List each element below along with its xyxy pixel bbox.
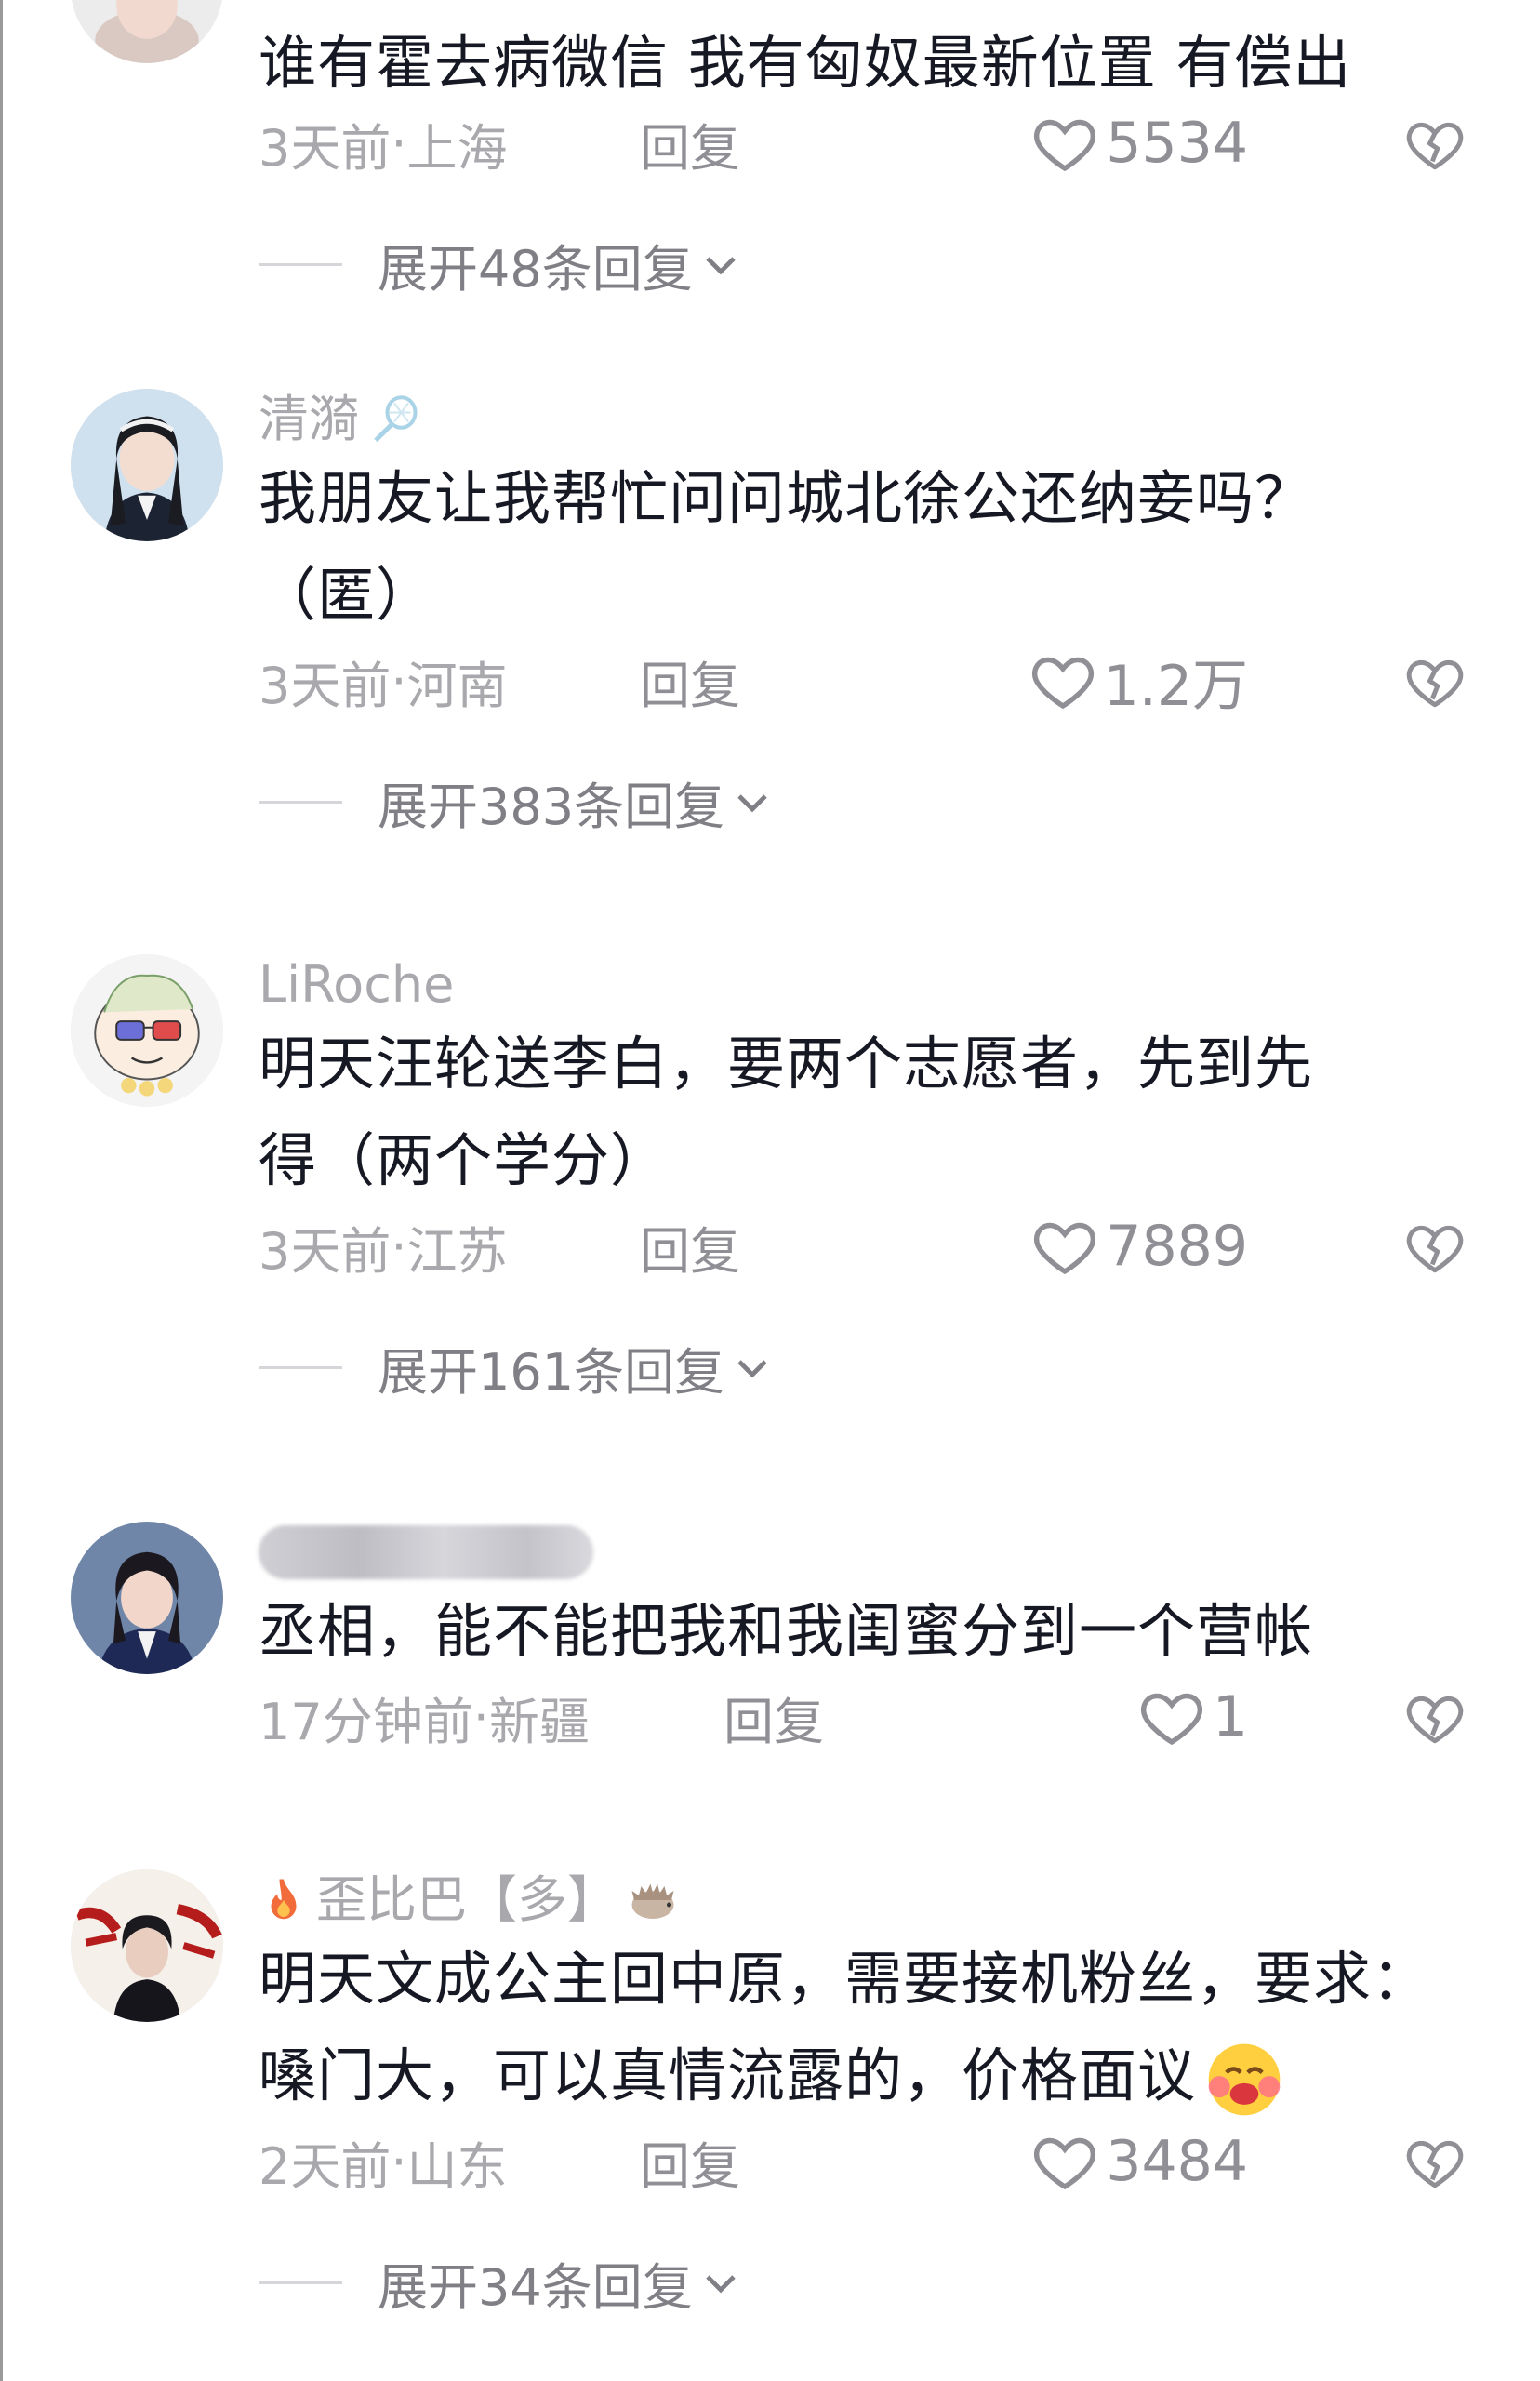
- meta-separator: ·: [391, 2132, 407, 2191]
- broken-heart-icon[interactable]: [1404, 113, 1466, 175]
- comment-time: 17分钟前: [259, 1692, 473, 1751]
- comment-location: 河南: [406, 656, 508, 715]
- avatar-image: [71, 954, 223, 1107]
- comment-meta: 2天前 · 山东 回复 3484: [259, 2124, 1466, 2199]
- comment-meta: 3天前 · 江苏 回复 7889: [259, 1209, 1466, 1284]
- reply-button[interactable]: 回复: [640, 1210, 740, 1284]
- expand-replies-button[interactable]: 展开383条回复: [259, 765, 1466, 839]
- comment-location: 江苏: [406, 1221, 508, 1281]
- meta-separator: ·: [472, 1687, 489, 1747]
- expand-rule: [259, 262, 342, 266]
- comment-time: 3天前: [259, 656, 392, 715]
- badminton-racket-icon: [374, 395, 418, 443]
- chevron-down-icon: [737, 1360, 767, 1378]
- expand-replies-button[interactable]: 展开34条回复: [259, 2245, 1466, 2320]
- comment-meta: 3天前 · 上海 回复 5534: [259, 106, 1466, 180]
- left-divider: [0, 0, 3, 2381]
- expand-replies-button[interactable]: 展开48条回复: [259, 227, 1466, 301]
- avatar[interactable]: [71, 1522, 223, 1674]
- expand-label: 展开48条回复: [378, 239, 693, 299]
- like-button[interactable]: 1: [1138, 1680, 1248, 1754]
- chevron-down-icon: [706, 257, 736, 275]
- broken-heart-icon[interactable]: [1404, 1217, 1466, 1278]
- like-button[interactable]: 3484: [1031, 2124, 1248, 2199]
- comment-list: 谁有霍去病微信 我有匈奴最新位置 有偿出 3天前 · 上海 回复 5534 展开…: [0, 0, 1540, 2381]
- comment-text: 明天汪轮送李白，要两个志愿者，先到先 得（两个学分）: [259, 1030, 1314, 1194]
- like-button[interactable]: 5534: [1031, 106, 1248, 180]
- expand-label: 展开383条回复: [378, 777, 725, 836]
- expand-label: 展开34条回复: [378, 2257, 693, 2317]
- heart-icon: [1034, 1222, 1096, 1275]
- avatar[interactable]: [71, 0, 223, 63]
- like-button[interactable]: 1.2万: [1029, 644, 1248, 719]
- reply-button[interactable]: 回复: [640, 107, 740, 180]
- avatar-image: [71, 1522, 223, 1674]
- comment-time: 3天前: [259, 1221, 392, 1281]
- meta-separator: ·: [391, 1217, 407, 1276]
- heart-icon: [1034, 2137, 1096, 2190]
- expand-rule: [259, 2281, 342, 2284]
- comment-meta: 3天前 · 河南 回复 1.2万: [259, 644, 1466, 719]
- expand-rule: [259, 1365, 342, 1369]
- username[interactable]: 清漪: [259, 389, 1466, 450]
- comment-location: 新疆: [488, 1692, 590, 1751]
- hedgehog-icon: [631, 1883, 674, 1919]
- broken-heart-icon[interactable]: [1404, 651, 1466, 712]
- reply-button[interactable]: 回复: [640, 2125, 740, 2199]
- like-button[interactable]: 7889: [1031, 1209, 1248, 1284]
- username[interactable]: [259, 1522, 1466, 1583]
- comment-time: 3天前: [259, 118, 392, 178]
- comment-text: 明天文成公主回中原，需要接机粉丝，要求： 嗓门大，可以真情流露的，价格面议: [259, 1931, 1466, 2124]
- expand-label: 展开161条回复: [378, 1342, 725, 1402]
- heart-icon: [1034, 119, 1096, 172]
- comment-text: 丞相，能不能把我和我闺蜜分到一个营帐: [259, 1597, 1314, 1665]
- username[interactable]: 歪比巴【多】: [259, 1869, 1466, 1931]
- comment-text: 我朋友让我帮忙问问城北徐公还纳妾吗？ （匿）: [259, 464, 1314, 629]
- heart-icon: [1140, 1693, 1202, 1746]
- like-count: 5534: [1106, 111, 1248, 176]
- comment-time: 2天前: [259, 2136, 392, 2196]
- reply-button[interactable]: 回复: [640, 645, 740, 718]
- like-count: 1.2万: [1103, 653, 1248, 719]
- blurred-username: [259, 1525, 593, 1579]
- fire-icon: [271, 1879, 297, 1920]
- comment-text: 谁有霍去病微信 我有匈奴最新位置 有偿出: [259, 29, 1352, 97]
- chevron-down-icon: [737, 794, 767, 813]
- username[interactable]: LiRoche: [259, 954, 1466, 1016]
- like-count: 7889: [1106, 1214, 1248, 1279]
- comment-meta: 17分钟前 · 新疆 回复 1: [259, 1680, 1466, 1754]
- like-count: 3484: [1106, 2129, 1248, 2194]
- avatar[interactable]: [71, 954, 223, 1107]
- expand-rule: [259, 800, 342, 804]
- comment-location: 山东: [406, 2136, 508, 2196]
- meta-separator: ·: [391, 113, 407, 173]
- like-count: 1: [1212, 1684, 1248, 1749]
- avatar-image: [71, 1869, 223, 2022]
- avatar-image: [71, 389, 223, 541]
- heart-icon: [1031, 657, 1094, 710]
- avatar-image: [71, 0, 223, 63]
- broken-heart-icon[interactable]: [1404, 2132, 1466, 2193]
- avatar[interactable]: [71, 389, 223, 541]
- expand-replies-button[interactable]: 展开161条回复: [259, 1330, 1466, 1404]
- broken-heart-icon[interactable]: [1404, 1687, 1466, 1749]
- avatar[interactable]: [71, 1869, 223, 2022]
- crying-face-icon: [1208, 2043, 1281, 2116]
- reply-button[interactable]: 回复: [724, 1681, 824, 1754]
- chevron-down-icon: [706, 2275, 736, 2294]
- comment-location: 上海: [406, 118, 508, 178]
- meta-separator: ·: [391, 651, 407, 711]
